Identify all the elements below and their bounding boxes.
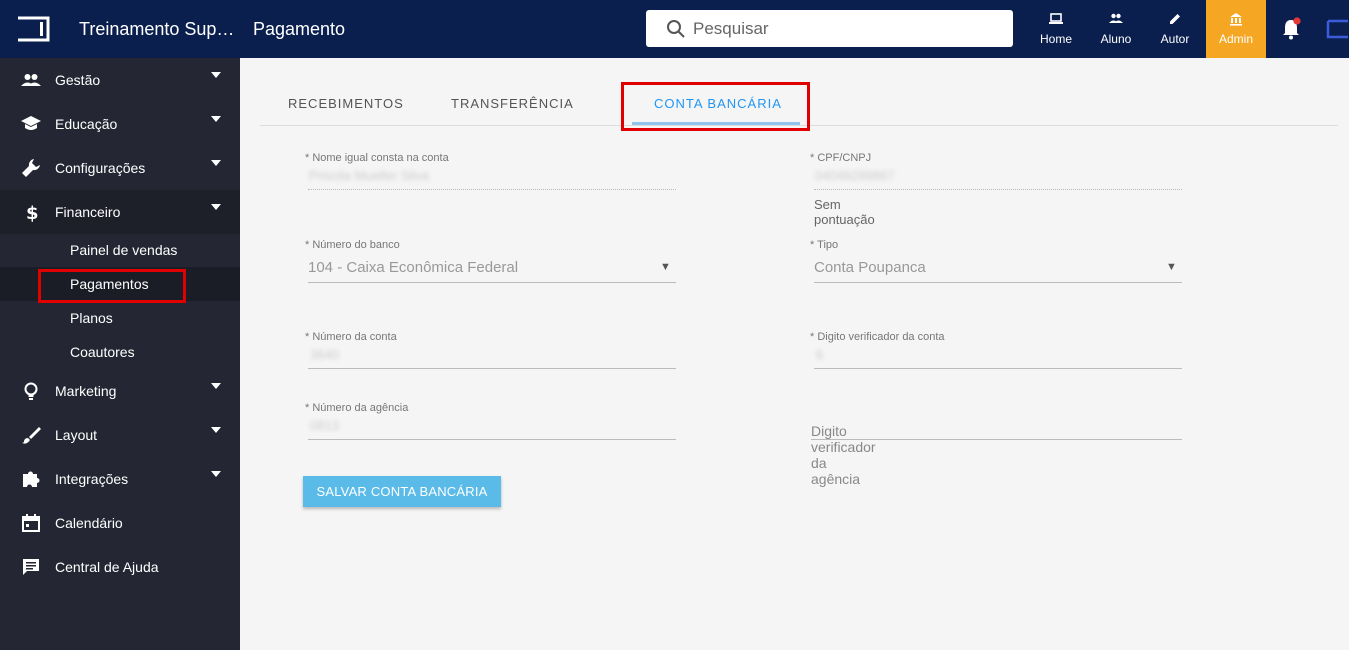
cpf-hint: Sem pontuação bbox=[814, 197, 875, 227]
nome-value[interactable]: Priscila Mueller Silva bbox=[309, 168, 429, 183]
app-title[interactable]: Treinamento Suporte bbox=[79, 19, 244, 40]
sidebar-item-central-ajuda[interactable]: Central de Ajuda bbox=[0, 545, 240, 589]
nav-autor-label: Autor bbox=[1160, 32, 1190, 46]
cpf-label: * CPF/CNPJ bbox=[810, 152, 872, 164]
caret-down-icon bbox=[211, 204, 221, 210]
sidebar-item-configuracoes[interactable]: Configurações bbox=[0, 146, 240, 190]
sidebar-item-gestao[interactable]: Gestão bbox=[0, 58, 240, 102]
nome-label: * Nome igual consta na conta bbox=[305, 152, 449, 164]
highlight-box-tab bbox=[621, 82, 810, 131]
tab-recebimentos[interactable]: RECEBIMENTOS bbox=[288, 96, 404, 111]
sidebar: Gestão Educação Configurações $ Financei… bbox=[0, 58, 240, 650]
calendar-icon bbox=[22, 514, 40, 532]
digito-conta-label: * Digito verificador da conta bbox=[810, 331, 945, 343]
nav-aluno-button[interactable]: Aluno bbox=[1086, 0, 1146, 58]
sidebar-subitem-painel-vendas[interactable]: Painel de vendas bbox=[0, 233, 240, 267]
conta-label: * Número da conta bbox=[305, 331, 397, 343]
caret-down-icon bbox=[211, 383, 221, 389]
banco-label: * Número do banco bbox=[305, 239, 400, 251]
nav-home-label: Home bbox=[1039, 32, 1072, 46]
caret-down-icon bbox=[211, 116, 221, 122]
users-icon bbox=[1109, 13, 1123, 23]
laptop-icon bbox=[1049, 13, 1063, 24]
brush-icon bbox=[22, 427, 41, 444]
sidebar-item-label: Financeiro bbox=[55, 204, 121, 220]
digito-conta-underline bbox=[814, 368, 1182, 369]
sidebar-item-marketing[interactable]: Marketing bbox=[0, 369, 240, 413]
app-logo-icon[interactable] bbox=[16, 16, 50, 42]
sidebar-item-financeiro[interactable]: $ Financeiro bbox=[0, 190, 240, 234]
sidebar-item-label: Central de Ajuda bbox=[55, 559, 159, 575]
nav-autor-button[interactable]: Autor bbox=[1145, 0, 1205, 58]
conta-value[interactable]: 3640 bbox=[310, 347, 339, 362]
sidebar-item-label: Educação bbox=[55, 116, 118, 132]
lightbulb-icon bbox=[24, 382, 38, 400]
sidebar-subitem-label: Planos bbox=[70, 310, 113, 326]
search-icon bbox=[667, 19, 685, 38]
sidebar-subitem-label: Coautores bbox=[70, 344, 135, 360]
cpf-value[interactable]: 04049289867 bbox=[815, 168, 895, 183]
banco-value[interactable]: 104 - Caixa Econômica Federal bbox=[308, 259, 518, 276]
nav-admin-button[interactable]: Admin bbox=[1206, 0, 1266, 58]
caret-down-icon bbox=[211, 72, 221, 78]
conta-underline bbox=[308, 368, 676, 369]
caret-down-icon bbox=[211, 160, 221, 166]
agencia-underline bbox=[308, 439, 676, 440]
digito-agencia-underline bbox=[811, 439, 1182, 440]
agencia-label: * Número da agência bbox=[305, 402, 409, 414]
puzzle-icon bbox=[23, 471, 40, 487]
tab-transferencia[interactable]: TRANSFERÊNCIA bbox=[451, 96, 574, 111]
tipo-label: * Tipo bbox=[810, 239, 839, 251]
nav-admin-label: Admin bbox=[1218, 32, 1253, 46]
digito-agencia-label[interactable]: Digito verificador da agência bbox=[811, 423, 876, 487]
sidebar-subitem-label: Painel de vendas bbox=[70, 242, 178, 258]
save-bank-account-button[interactable]: SALVAR CONTA BANCÁRIA bbox=[303, 476, 501, 507]
dropdown-arrow-icon[interactable]: ▼ bbox=[660, 261, 671, 273]
sidebar-item-label: Marketing bbox=[55, 383, 117, 399]
brand-logo-icon bbox=[1326, 19, 1348, 39]
svg-text:$: $ bbox=[26, 203, 39, 222]
digito-conta-value[interactable]: 6 bbox=[816, 347, 823, 362]
wrench-icon bbox=[22, 159, 40, 177]
sidebar-subitem-planos[interactable]: Planos bbox=[0, 301, 240, 335]
sidebar-item-integracoes[interactable]: Integrações bbox=[0, 457, 240, 501]
sidebar-item-educacao[interactable]: Educação bbox=[0, 102, 240, 146]
cpf-underline bbox=[814, 189, 1182, 190]
tipo-underline bbox=[814, 282, 1182, 283]
dollar-icon: $ bbox=[26, 203, 39, 222]
sidebar-subitem-coautores[interactable]: Coautores bbox=[0, 335, 240, 369]
graduation-cap-icon bbox=[21, 116, 41, 130]
bank-icon bbox=[1230, 13, 1242, 26]
caret-down-icon bbox=[211, 471, 221, 477]
sidebar-item-label: Layout bbox=[55, 427, 98, 443]
dropdown-arrow-icon[interactable]: ▼ bbox=[1166, 261, 1177, 273]
caret-down-icon bbox=[211, 427, 221, 433]
banco-underline bbox=[308, 282, 676, 283]
sidebar-item-layout[interactable]: Layout bbox=[0, 413, 240, 457]
pencil-icon bbox=[1170, 14, 1180, 24]
nav-aluno-label: Aluno bbox=[1100, 32, 1132, 46]
group-icon bbox=[21, 74, 41, 86]
page-title: Pagamento bbox=[253, 19, 346, 39]
tipo-value[interactable]: Conta Poupanca bbox=[814, 259, 926, 276]
top-bar: Treinamento Suporte Pagamento Home Aluno… bbox=[0, 0, 1349, 58]
nome-underline bbox=[308, 189, 676, 190]
agencia-value[interactable]: 0813 bbox=[310, 418, 339, 433]
sidebar-item-label: Gestão bbox=[55, 72, 101, 88]
sidebar-item-calendario[interactable]: Calendário bbox=[0, 501, 240, 545]
search-input[interactable] bbox=[693, 18, 993, 39]
nav-home-button[interactable]: Home bbox=[1026, 0, 1086, 58]
highlight-box-pagamentos bbox=[38, 269, 186, 303]
chat-icon bbox=[23, 559, 39, 575]
search-box[interactable] bbox=[646, 10, 1013, 47]
sidebar-item-label: Integrações bbox=[55, 471, 129, 487]
notification-bell-icon[interactable] bbox=[1280, 17, 1302, 41]
sidebar-item-label: Calendário bbox=[55, 515, 123, 531]
sidebar-item-label: Configurações bbox=[55, 160, 146, 176]
